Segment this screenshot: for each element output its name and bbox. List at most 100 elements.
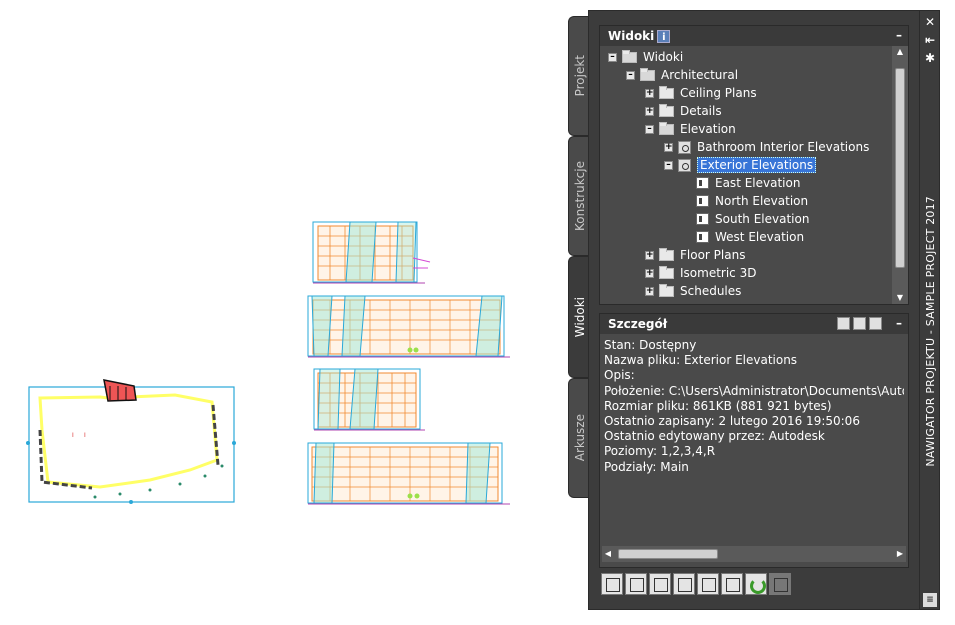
close-icon[interactable]: ✕ (923, 15, 937, 29)
preview-icon[interactable] (837, 317, 850, 330)
elevation-icon (696, 231, 709, 243)
palette-content: Widoki i – – Widoki – Architectural + Ce… (588, 10, 920, 610)
tab-konstrukcje[interactable]: Konstrukcje (568, 136, 590, 256)
tab-widoki[interactable]: Widoki (568, 256, 590, 378)
elevation-icon (696, 195, 709, 207)
detail-horizontal-scrollbar[interactable]: ◀ ▶ (602, 546, 906, 562)
elevation-drawing-north[interactable] (307, 295, 510, 358)
tree-item-exterior-elevations[interactable]: – Exterior Elevations (664, 156, 817, 174)
tree-vertical-scrollbar[interactable]: ▲ ▼ (892, 46, 908, 304)
detail-text: Stan: Dostępny Nazwa pliku: Exterior Ele… (604, 338, 904, 544)
tree-item-details[interactable]: + Details (645, 102, 722, 120)
table-icon[interactable] (721, 573, 743, 595)
details-list-icon[interactable] (853, 317, 866, 330)
folder-icon (659, 85, 674, 99)
scroll-thumb[interactable] (618, 549, 718, 559)
clipboard-icon[interactable] (673, 573, 695, 595)
elevation-icon (696, 213, 709, 225)
expand-icon[interactable]: + (645, 250, 654, 260)
expand-icon[interactable]: + (645, 88, 654, 98)
views-tree-panel: Widoki i – – Widoki – Architectural + Ce… (599, 25, 909, 305)
elevation-drawing-west[interactable] (307, 442, 510, 505)
folder-open-icon (640, 67, 655, 81)
collapse-icon[interactable]: – (626, 70, 635, 80)
svg-text:I: I (72, 432, 74, 439)
tree-panel-title: Widoki (608, 29, 655, 43)
project-navigator-palette: Projekt Konstrukcje Widoki Arkusze Widok… (568, 10, 940, 610)
tree-item-bathroom-interior-elevations[interactable]: + Bathroom Interior Elevations (664, 138, 869, 156)
elevation-drawing-east[interactable] (312, 221, 431, 284)
detail-line-location: Położenie: C:\Users\Administrator\Docume… (604, 383, 904, 398)
refresh-icon[interactable] (745, 573, 767, 595)
folder-icon (659, 103, 674, 117)
tree-item-east-elevation[interactable]: East Elevation (696, 174, 800, 192)
scroll-right-icon[interactable]: ▶ (894, 546, 906, 562)
image-view-icon[interactable] (869, 317, 882, 330)
tree-item-schedules[interactable]: + Schedules (645, 282, 741, 300)
expand-icon[interactable]: + (645, 106, 654, 116)
tree-item-elevation[interactable]: – Elevation (645, 120, 736, 138)
folder-icon (659, 247, 674, 261)
detail-line-saved: Ostatnio zapisany: 2 lutego 2016 19:50:0… (604, 414, 860, 429)
properties-icon[interactable]: ✱ (923, 51, 937, 65)
views-tree: – Widoki – Architectural + Ceiling Plans… (600, 46, 892, 306)
folder-icon (659, 265, 674, 279)
navigator-toolbar (601, 573, 791, 597)
detail-line-filename: Nazwa pliku: Exterior Elevations (604, 353, 798, 368)
scroll-down-icon[interactable]: ▼ (892, 292, 908, 304)
detail-line-description: Opis: (604, 368, 635, 383)
detail-panel-title: Szczegół (608, 317, 668, 331)
floor-plan-drawing[interactable]: I I (26, 379, 236, 504)
new-view-icon[interactable] (601, 573, 623, 595)
collapse-icon[interactable]: – (664, 160, 673, 170)
collapse-icon[interactable]: – (645, 124, 654, 134)
tree-item-architectural[interactable]: – Architectural (626, 66, 738, 84)
scroll-thumb[interactable] (895, 68, 905, 268)
detail-panel-minimize-button[interactable]: – (896, 316, 902, 330)
tree-item-north-elevation[interactable]: North Elevation (696, 192, 808, 210)
tree-item-south-elevation[interactable]: South Elevation (696, 210, 809, 228)
expand-icon[interactable]: + (645, 286, 654, 296)
autohide-icon[interactable]: ⇤ (923, 33, 937, 47)
detail-line-status: Stan: Dostępny (604, 338, 697, 352)
scroll-left-icon[interactable]: ◀ (602, 546, 614, 562)
view-icon (678, 140, 691, 154)
edit-icon[interactable] (697, 573, 719, 595)
tree-item-ceiling-plans[interactable]: + Ceiling Plans (645, 84, 757, 102)
svg-text:I: I (84, 432, 86, 439)
palette-title: NAWIGATOR PROJEKTU - SAMPLE PROJECT 2017 (923, 195, 937, 467)
drawing-canvas[interactable]: I I (0, 0, 568, 622)
tree-panel-header: Widoki i – (600, 26, 908, 46)
tree-item-widoki[interactable]: – Widoki (608, 48, 683, 66)
disabled-icon (769, 573, 791, 595)
collapse-icon[interactable]: – (608, 52, 617, 62)
palette-menu-icon[interactable]: ≡ (923, 593, 937, 607)
scroll-up-icon[interactable]: ▲ (892, 46, 908, 58)
info-icon[interactable]: i (657, 29, 671, 43)
drawing-svg: I I (26, 221, 510, 505)
detail-panel: Szczegół – Stan: Dostępny Nazwa pliku: E… (599, 313, 909, 568)
palette-title-bar[interactable]: ✕ ⇤ ✱ NAWIGATOR PROJEKTU - SAMPLE PROJEC… (920, 10, 940, 610)
tree-panel-minimize-button[interactable]: – (896, 28, 902, 42)
detail-line-size: Rozmiar pliku: 861KB (881 921 bytes) (604, 398, 832, 413)
regenerate-icon[interactable] (649, 573, 671, 595)
elevation-drawing-south[interactable] (313, 368, 425, 431)
elevation-icon (696, 177, 709, 189)
detail-panel-header: Szczegół – (600, 314, 908, 334)
tab-projekt[interactable]: Projekt (568, 16, 590, 136)
folder-open-icon (659, 121, 674, 135)
tree-item-west-elevation[interactable]: West Elevation (696, 228, 804, 246)
folder-open-icon (622, 49, 637, 63)
detail-line-levels: Poziomy: 1,2,3,4,R (604, 444, 716, 459)
tree-item-isometric-3d[interactable]: + Isometric 3D (645, 264, 756, 282)
detail-line-edited-by: Ostatnio edytowany przez: Autodesk (604, 429, 825, 444)
tab-arkusze[interactable]: Arkusze (568, 378, 590, 498)
expand-icon[interactable]: + (645, 268, 654, 278)
folder-icon (659, 283, 674, 297)
palette-tabs: Projekt Konstrukcje Widoki Arkusze (568, 10, 590, 500)
tree-item-floor-plans[interactable]: + Floor Plans (645, 246, 745, 264)
detail-view-buttons (837, 317, 882, 330)
expand-icon[interactable]: + (664, 142, 673, 152)
detail-line-divisions: Podziały: Main (604, 459, 689, 474)
add-view-icon[interactable] (625, 573, 647, 595)
